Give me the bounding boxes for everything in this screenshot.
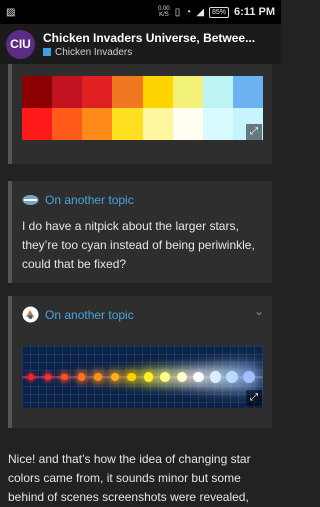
palette-swatch (112, 108, 143, 140)
palette-swatch (172, 76, 203, 108)
app-bar: CIU Chicken Invaders Universe, Betwee...… (0, 24, 281, 64)
palette-swatch (142, 76, 173, 108)
expand-icon[interactable]: ⤢ (246, 124, 262, 140)
quote-title[interactable]: On another topic (45, 308, 134, 322)
star (226, 371, 238, 383)
expand-icon[interactable]: ⤢ (246, 390, 262, 406)
palette-swatch (52, 76, 83, 108)
star-colors-image[interactable] (22, 346, 263, 408)
star (242, 371, 255, 383)
palette-swatch (82, 108, 113, 140)
star (193, 371, 204, 383)
category-badge (43, 48, 51, 56)
star (110, 372, 119, 382)
post-body: Nice! and that’s how the idea of changin… (8, 452, 251, 504)
palette-image[interactable] (22, 76, 263, 140)
palette-swatch (82, 76, 113, 108)
status-bar: ▨ 0.00 K/S ▯ ◔ ◢ 85% 6:11 PM (0, 0, 281, 24)
quote-stars: On another topic ⌄ ⤢ (8, 296, 272, 428)
star (127, 372, 136, 382)
palette-swatch (22, 76, 53, 108)
category-label: Chicken Invaders (55, 46, 133, 58)
star (209, 371, 221, 383)
palette-swatch (112, 76, 143, 108)
vibrate-icon: ▯ (174, 6, 181, 18)
palette-swatch (52, 108, 83, 140)
wifi-icon: ◔ (185, 6, 192, 18)
star (143, 372, 153, 382)
quote-body: I do have a nitpick about the larger sta… (22, 219, 255, 271)
palette-swatch (232, 76, 263, 108)
star (160, 372, 170, 382)
palette-swatch (142, 108, 173, 140)
avatar (22, 195, 39, 205)
category-link[interactable]: Chicken Invaders (43, 47, 273, 58)
chevron-down-icon[interactable]: ⌄ (254, 304, 264, 318)
app-icon: ▨ (6, 6, 16, 18)
topic-title[interactable]: Chicken Invaders Universe, Betwee... (43, 31, 273, 45)
quote-palette: ⤢ (8, 64, 272, 164)
star (94, 373, 102, 381)
battery-indicator: 85% (209, 6, 230, 18)
quote-title[interactable]: On another topic (45, 193, 134, 207)
signal-icon: ◢ (196, 6, 205, 18)
star (77, 373, 85, 381)
site-logo[interactable]: CIU (6, 29, 35, 59)
quote-topic: On another topic I do have a nitpick abo… (8, 181, 272, 283)
clock: 6:11 PM (234, 6, 275, 18)
palette-swatch (202, 76, 233, 108)
palette-swatch (172, 108, 203, 140)
avatar (22, 306, 39, 323)
palette-swatch (202, 108, 233, 140)
star (28, 374, 34, 380)
palette-swatch (22, 108, 53, 140)
star (176, 371, 187, 383)
network-speed: 0.00 K/S (158, 6, 170, 18)
